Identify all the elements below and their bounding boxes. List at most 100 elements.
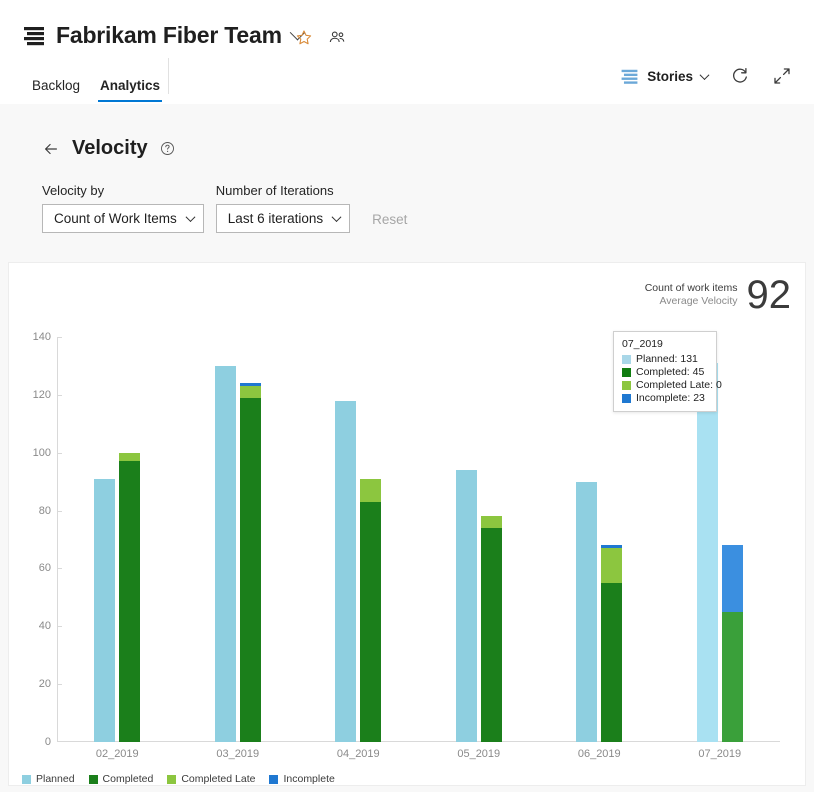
chart-tooltip: 07_2019 Planned: 131 Completed: 45 Compl… bbox=[613, 331, 722, 412]
chevron-down-icon[interactable] bbox=[185, 212, 196, 223]
velocity-chart-card: Count of work items Average Velocity 92 … bbox=[8, 262, 806, 786]
summary-sub-label: Average Velocity bbox=[659, 295, 738, 307]
summary-metric-label: Count of work items bbox=[644, 281, 738, 294]
segment-completed[interactable] bbox=[601, 582, 623, 742]
segment-completed[interactable] bbox=[239, 397, 261, 742]
tooltip-label-planned: Planned: 131 bbox=[636, 353, 698, 365]
team-selector[interactable]: Fabrikam Fiber Team bbox=[22, 22, 306, 49]
segment-completed-late[interactable] bbox=[239, 386, 261, 398]
tooltip-label-completed: Completed: 45 bbox=[636, 366, 705, 378]
x-axis-tick-label: 07_2019 bbox=[698, 748, 742, 760]
chart-bar-group[interactable] bbox=[178, 337, 299, 742]
segment-completed-late[interactable] bbox=[480, 516, 502, 528]
iterations-dropdown[interactable]: Last 6 iterations bbox=[215, 204, 351, 233]
bar-planned[interactable] bbox=[455, 470, 477, 742]
backlog-level-selector[interactable]: Stories bbox=[620, 67, 710, 86]
legend-item[interactable]: Incomplete bbox=[269, 773, 335, 785]
bar-actual-stack[interactable] bbox=[360, 478, 382, 742]
tooltip-swatch-completed-late bbox=[622, 380, 631, 390]
y-axis-tick-label: 140 bbox=[32, 331, 51, 343]
y-axis-tick-label: 120 bbox=[32, 388, 51, 401]
chevron-down-icon[interactable] bbox=[331, 212, 342, 223]
legend-swatch bbox=[167, 774, 177, 784]
velocity-analytics-page: Fabrikam Fiber Team Backlog Analytics St… bbox=[0, 0, 814, 792]
tooltip-swatch-incomplete bbox=[622, 393, 631, 403]
tooltip-row: Planned: 131 bbox=[622, 353, 708, 365]
legend-item[interactable]: Completed Late bbox=[167, 773, 255, 785]
expand-icon[interactable] bbox=[772, 66, 792, 86]
legend-swatch bbox=[269, 774, 279, 784]
velocity-by-group: Velocity by Count of Work Items bbox=[42, 183, 204, 233]
tooltip-label-incomplete: Incomplete: 23 bbox=[636, 392, 705, 404]
bar-planned[interactable] bbox=[94, 478, 116, 742]
y-axis-tick-label: 80 bbox=[38, 504, 51, 517]
chart-bar-group[interactable] bbox=[298, 337, 419, 742]
x-axis-tick-label: 02_2019 bbox=[95, 748, 139, 760]
filter-bar: Velocity by Count of Work Items Number o… bbox=[42, 183, 407, 233]
tab-backlog[interactable]: Backlog bbox=[22, 74, 90, 102]
favorite-button[interactable] bbox=[295, 29, 313, 52]
segment-incomplete[interactable] bbox=[601, 545, 623, 549]
backlog-level-label: Stories bbox=[647, 68, 693, 84]
tooltip-label-completed-late: Completed Late: 0 bbox=[636, 379, 722, 391]
bar-actual-stack[interactable] bbox=[721, 545, 743, 742]
x-axis-tick-label: 04_2019 bbox=[336, 748, 380, 760]
back-arrow-icon[interactable] bbox=[42, 140, 60, 158]
tooltip-swatch-planned bbox=[622, 354, 631, 364]
people-icon bbox=[329, 31, 345, 43]
y-axis-tick-label: 40 bbox=[38, 620, 51, 633]
bar-planned[interactable] bbox=[576, 481, 598, 742]
legend-swatch bbox=[88, 774, 98, 784]
tooltip-row: Completed: 45 bbox=[622, 366, 708, 378]
bar-actual-stack[interactable] bbox=[480, 516, 502, 742]
bar-actual-stack[interactable] bbox=[601, 545, 623, 742]
tab-analytics[interactable]: Analytics bbox=[90, 74, 170, 102]
bar-actual-stack[interactable] bbox=[239, 383, 261, 742]
team-members-button[interactable] bbox=[328, 29, 346, 52]
average-velocity-value: 92 bbox=[746, 273, 792, 317]
average-velocity-summary: Count of work items Average Velocity 92 bbox=[644, 273, 792, 317]
segment-completed[interactable] bbox=[721, 611, 743, 742]
bar-planned[interactable] bbox=[335, 400, 357, 742]
legend-label: Completed bbox=[102, 773, 154, 785]
y-axis-tick-label: 100 bbox=[32, 446, 51, 459]
legend-item[interactable]: Completed bbox=[88, 773, 154, 785]
help-circle-icon[interactable] bbox=[160, 141, 175, 156]
segment-completed[interactable] bbox=[360, 501, 382, 742]
reset-button[interactable]: Reset bbox=[372, 212, 407, 233]
legend-label: Incomplete bbox=[283, 773, 335, 785]
chart-legend: Planned Completed Completed Late Incomplete bbox=[22, 773, 335, 785]
segment-completed-late[interactable] bbox=[601, 548, 623, 583]
bar-actual-stack[interactable] bbox=[119, 452, 141, 742]
tooltip-row: Incomplete: 23 bbox=[622, 392, 708, 404]
header-actions: Stories bbox=[620, 62, 792, 90]
chart-bar-group[interactable] bbox=[57, 337, 178, 742]
legend-label: Planned bbox=[36, 773, 75, 785]
y-axis-tick-label: 0 bbox=[44, 736, 51, 748]
segment-completed-late[interactable] bbox=[360, 478, 382, 502]
team-name: Fabrikam Fiber Team bbox=[56, 22, 282, 48]
refresh-icon[interactable] bbox=[730, 66, 750, 86]
tooltip-row: Completed Late: 0 bbox=[622, 379, 722, 391]
x-axis-tick-label: 03_2019 bbox=[216, 748, 260, 760]
chevron-down-icon[interactable] bbox=[699, 69, 710, 80]
segment-completed-late[interactable] bbox=[119, 452, 141, 462]
chart-bar-group[interactable] bbox=[419, 337, 540, 742]
x-axis-tick-label: 05_2019 bbox=[457, 748, 501, 760]
velocity-by-dropdown[interactable]: Count of Work Items bbox=[42, 204, 204, 233]
stories-icon bbox=[621, 69, 638, 84]
segment-incomplete[interactable] bbox=[721, 545, 743, 612]
segment-completed[interactable] bbox=[480, 527, 502, 742]
segment-completed[interactable] bbox=[119, 461, 141, 742]
legend-item[interactable]: Planned bbox=[22, 773, 75, 785]
iterations-value: Last 6 iterations bbox=[227, 211, 324, 226]
velocity-by-value: Count of Work Items bbox=[54, 211, 177, 226]
page-title-bar: Velocity bbox=[42, 137, 175, 160]
segment-incomplete[interactable] bbox=[239, 383, 261, 387]
tooltip-title: 07_2019 bbox=[622, 338, 663, 350]
iterations-label: Number of Iterations bbox=[215, 183, 334, 198]
y-axis-tick-label: 20 bbox=[38, 678, 51, 691]
board-icon bbox=[24, 26, 44, 45]
bar-planned[interactable] bbox=[214, 365, 236, 742]
bar-planned[interactable] bbox=[696, 363, 718, 742]
